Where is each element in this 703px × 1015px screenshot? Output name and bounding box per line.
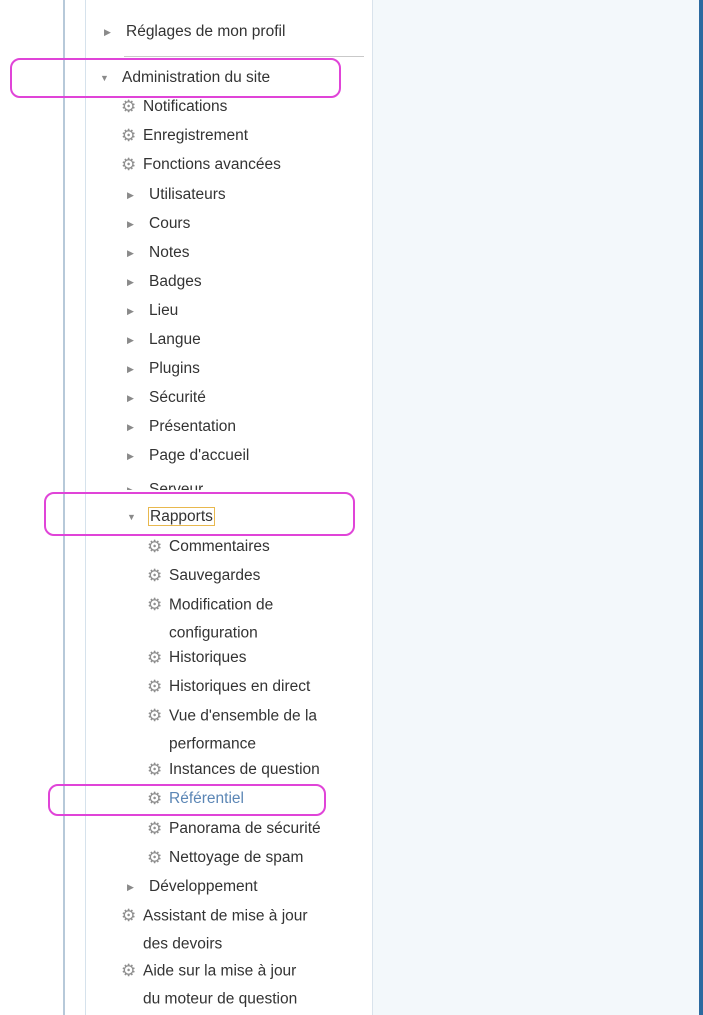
nav-item-assignment-upgrade[interactable]: ⚙ Assistant de mise à jour des devoirs (121, 902, 308, 956)
nav-item-live-logs[interactable]: ⚙ Historiques en direct (147, 673, 310, 701)
triangle-right-icon: ▶ (104, 27, 111, 37)
separator (124, 56, 364, 57)
nav-item-logs[interactable]: ⚙ Historiques (147, 644, 247, 672)
triangle-right-icon: ▶ (127, 393, 134, 403)
gear-icon: ⚙ (121, 155, 137, 174)
triangle-right-icon: ▶ (127, 277, 134, 287)
nav-item-plugins[interactable]: ▶ Plugins (127, 355, 200, 383)
gear-icon: ⚙ (147, 848, 163, 867)
triangle-right-icon: ▶ (127, 306, 134, 316)
nav-item-performance[interactable]: ⚙ Vue d'ensemble de la performance (147, 702, 317, 756)
gear-icon: ⚙ (147, 760, 163, 779)
triangle-right-icon: ▶ (127, 422, 134, 432)
highlight-site-admin (10, 58, 341, 98)
nav-item-language[interactable]: ▶ Langue (127, 326, 201, 354)
triangle-right-icon: ▶ (127, 364, 134, 374)
triangle-right-icon: ▶ (127, 190, 134, 200)
gear-icon: ⚙ (147, 648, 163, 667)
nav-item-users[interactable]: ▶ Utilisateurs (127, 181, 226, 209)
gear-icon: ⚙ (147, 595, 163, 614)
nav-item-grades[interactable]: ▶ Notes (127, 239, 190, 267)
triangle-right-icon: ▶ (127, 451, 134, 461)
gear-icon: ⚙ (147, 566, 163, 585)
nav-item-security-overview[interactable]: ⚙ Panorama de sécurité (147, 815, 321, 843)
triangle-right-icon: ▶ (127, 219, 134, 229)
nav-item-badges[interactable]: ▶ Badges (127, 268, 202, 296)
gear-icon: ⚙ (121, 126, 137, 145)
gear-icon: ⚙ (147, 537, 163, 556)
gear-icon: ⚙ (121, 961, 137, 980)
gear-icon: ⚙ (147, 819, 163, 838)
triangle-right-icon: ▶ (127, 335, 134, 345)
nav-item-courses[interactable]: ▶ Cours (127, 210, 190, 238)
nav-item-spam-cleaner[interactable]: ⚙ Nettoyage de spam (147, 844, 303, 872)
nav-item-location[interactable]: ▶ Lieu (127, 297, 178, 325)
triangle-right-icon: ▶ (127, 248, 134, 258)
nav-item-server[interactable]: ▶ Serveur (127, 476, 203, 490)
gear-icon: ⚙ (147, 677, 163, 696)
triangle-right-icon: ▶ (127, 882, 134, 892)
nav-item-development[interactable]: ▶ Développement (127, 873, 258, 901)
triangle-right-icon: ▶ (127, 485, 134, 490)
nav-item-question-instances[interactable]: ⚙ Instances de question (147, 756, 320, 784)
scrollbar-edge (699, 0, 703, 1015)
nav-item-front-page[interactable]: ▶ Page d'accueil (127, 442, 249, 470)
main-content-area (373, 0, 699, 1015)
nav-item-backups[interactable]: ⚙ Sauvegardes (147, 562, 260, 590)
nav-item-advanced-features[interactable]: ⚙ Fonctions avancées (121, 151, 281, 179)
nav-item-question-engine-help[interactable]: ⚙ Aide sur la mise à jour du moteur de qu… (121, 957, 297, 1011)
nav-item-appearance[interactable]: ▶ Présentation (127, 413, 236, 441)
nav-item-comments[interactable]: ⚙ Commentaires (147, 533, 270, 561)
gear-icon: ⚙ (121, 906, 137, 925)
highlight-competency (48, 784, 326, 816)
nav-item-profile-settings[interactable]: ▶ Réglages de mon profil (104, 18, 285, 46)
gear-icon: ⚙ (147, 706, 163, 725)
nav-item-config-changes[interactable]: ⚙ Modification de configuration (147, 591, 273, 645)
highlight-reports (44, 492, 355, 536)
nav-item-security[interactable]: ▶ Sécurité (127, 384, 206, 412)
nav-item-registration[interactable]: ⚙ Enregistrement (121, 122, 248, 150)
